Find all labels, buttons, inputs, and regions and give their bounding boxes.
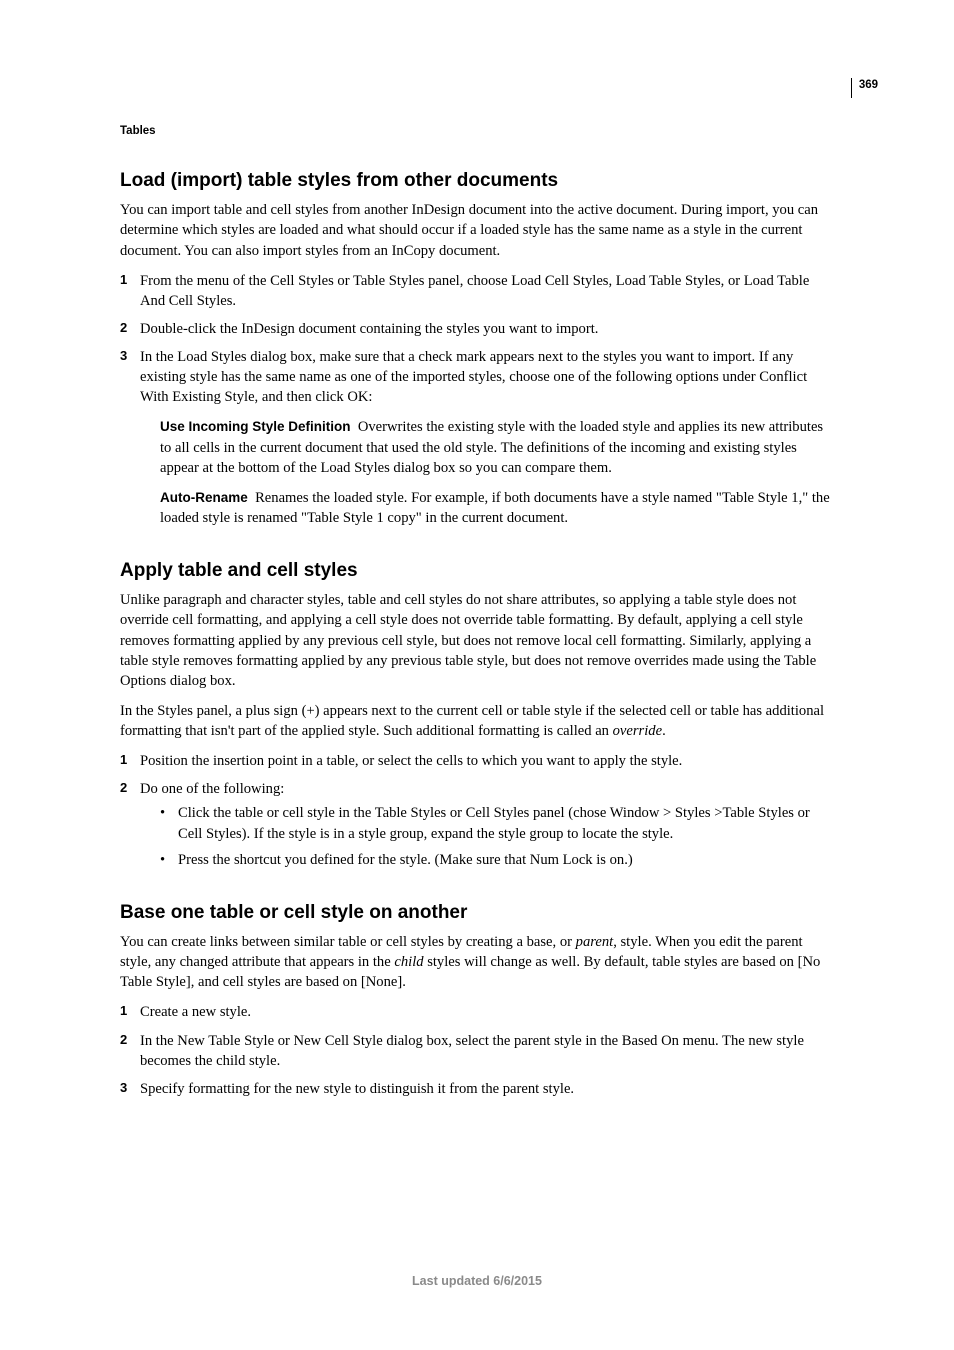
- step-item: Create a new style.: [120, 1002, 834, 1022]
- section-base-style: Base one table or cell style on another …: [120, 900, 834, 1099]
- section-heading: Load (import) table styles from other do…: [120, 168, 834, 194]
- step-list: From the menu of the Cell Styles or Tabl…: [120, 271, 834, 528]
- body-paragraph: You can create links between similar tab…: [120, 932, 834, 992]
- emphasis-term: override: [613, 723, 662, 739]
- definition-label: Use Incoming Style Definition: [160, 419, 351, 434]
- bullet-item: Click the table or cell style in the Tab…: [160, 803, 834, 843]
- text-run: In the Styles panel, a plus sign (+) app…: [120, 703, 824, 739]
- page-number: 369: [859, 80, 878, 92]
- step-list: Create a new style. In the New Table Sty…: [120, 1002, 834, 1099]
- section-heading: Apply table and cell styles: [120, 558, 834, 584]
- step-item: In the New Table Style or New Cell Style…: [120, 1031, 834, 1071]
- step-item: In the Load Styles dialog box, make sure…: [120, 347, 834, 528]
- step-text: In the Load Styles dialog box, make sure…: [140, 349, 807, 405]
- section-apply-styles: Apply table and cell styles Unlike parag…: [120, 558, 834, 870]
- section-load-import: Load (import) table styles from other do…: [120, 168, 834, 528]
- bullet-item: Press the shortcut you defined for the s…: [160, 850, 834, 870]
- body-paragraph: Unlike paragraph and character styles, t…: [120, 590, 834, 691]
- text-run: .: [662, 723, 666, 739]
- step-text: Do one of the following:: [140, 781, 284, 797]
- step-item: Double-click the InDesign document conta…: [120, 319, 834, 339]
- document-page: 369 Tables Load (import) table styles fr…: [0, 0, 954, 1350]
- section-heading: Base one table or cell style on another: [120, 900, 834, 926]
- step-list: Position the insertion point in a table,…: [120, 751, 834, 870]
- definition-item: Use Incoming Style Definition Overwrites…: [160, 417, 834, 477]
- page-number-wrap: 369: [851, 78, 878, 98]
- chapter-label: Tables: [120, 125, 156, 137]
- definition-label: Auto-Rename: [160, 490, 248, 505]
- step-item: From the menu of the Cell Styles or Tabl…: [120, 271, 834, 311]
- page-header: Tables: [120, 120, 834, 140]
- emphasis-term: parent: [576, 934, 614, 950]
- bullet-list: Click the table or cell style in the Tab…: [140, 803, 834, 869]
- step-item: Position the insertion point in a table,…: [120, 751, 834, 771]
- page-footer: Last updated 6/6/2015: [0, 1273, 954, 1290]
- text-run: You can create links between similar tab…: [120, 934, 576, 950]
- definition-body: Renames the loaded style. For example, i…: [160, 490, 830, 526]
- body-paragraph: In the Styles panel, a plus sign (+) app…: [120, 701, 834, 741]
- definition-block: Use Incoming Style Definition Overwrites…: [160, 417, 834, 528]
- step-item: Specify formatting for the new style to …: [120, 1079, 834, 1099]
- definition-item: Auto-Rename Renames the loaded style. Fo…: [160, 488, 834, 528]
- body-paragraph: You can import table and cell styles fro…: [120, 200, 834, 260]
- step-item: Do one of the following: Click the table…: [120, 779, 834, 870]
- emphasis-term: child: [394, 954, 423, 970]
